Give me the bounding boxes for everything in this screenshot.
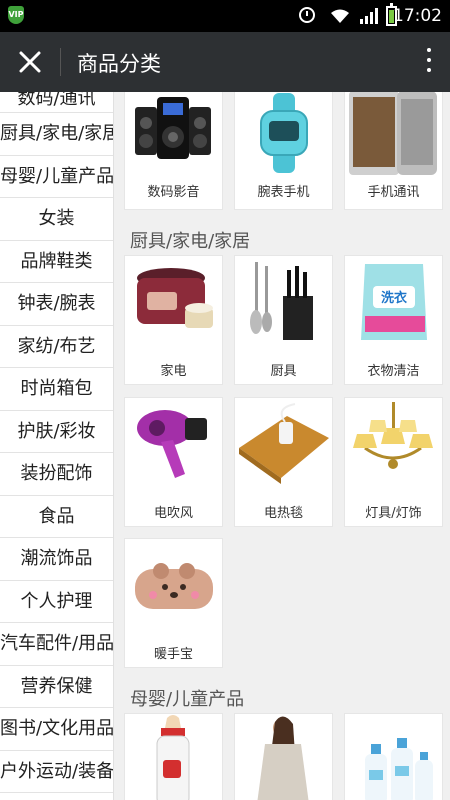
header-divider bbox=[60, 48, 61, 76]
sidebar-item-outdoor[interactable]: 户外运动/装备 bbox=[0, 751, 113, 793]
category-label: 衣物清洁 bbox=[367, 364, 420, 379]
category-content: 数码影音 腕表手机 手机通讯 厨具/家电/家居 家电 厨具 洗衣 衣物清洁 电吹… bbox=[113, 92, 450, 800]
sidebar-item-food[interactable]: 食品 bbox=[0, 496, 113, 538]
category-card[interactable]: 电吹风 bbox=[125, 398, 222, 526]
watch-phone-icon bbox=[260, 93, 308, 173]
sidebar-item-womens[interactable]: 女装 bbox=[0, 198, 113, 241]
sidebar-item-bags[interactable]: 时尚箱包 bbox=[0, 368, 113, 411]
sidebar-item-digital[interactable]: 数码/通讯 bbox=[0, 92, 113, 113]
category-label: 厨具 bbox=[270, 364, 297, 379]
detergent-brand: 洗衣 bbox=[381, 290, 407, 306]
sidebar-item-textiles[interactable]: 家纺/布艺 bbox=[0, 326, 113, 368]
category-card[interactable]: 电热毯 bbox=[235, 398, 332, 526]
category-sidebar: 数码/通讯 厨具/家电/家居 母婴/儿童产品 女装 品牌鞋类 钟表/腕表 家纺/… bbox=[0, 92, 114, 800]
wifi-icon bbox=[331, 9, 349, 23]
category-label: 暖手宝 bbox=[153, 647, 193, 662]
sidebar-item-shoes[interactable]: 品牌鞋类 bbox=[0, 241, 113, 283]
rice-cooker-icon bbox=[137, 268, 213, 328]
chandelier-icon bbox=[353, 402, 433, 469]
sidebar-item-personal-care[interactable]: 个人护理 bbox=[0, 581, 113, 623]
hand-warmer-icon bbox=[135, 563, 213, 609]
category-label: 电热毯 bbox=[263, 506, 303, 521]
status-time: 17:02 bbox=[393, 6, 442, 26]
electric-blanket-icon bbox=[239, 403, 329, 484]
category-card[interactable]: 灯具/灯饰 bbox=[345, 398, 442, 526]
sidebar-item-home[interactable]: 厨具/家电/家居 bbox=[0, 113, 113, 156]
app-header: 商品分类 bbox=[0, 32, 450, 92]
sidebar-item-accessories[interactable]: 装扮配饰 bbox=[0, 453, 113, 496]
section-title: 母婴/儿童产品 bbox=[130, 689, 245, 710]
speaker-icon bbox=[135, 97, 211, 159]
category-card[interactable]: 数码影音 bbox=[125, 92, 222, 209]
sidebar-item-health[interactable]: 营养保健 bbox=[0, 666, 113, 708]
smartphone-icon bbox=[349, 92, 437, 175]
hair-dryer-icon bbox=[137, 410, 207, 478]
sidebar-item-baby[interactable]: 母婴/儿童产品 bbox=[0, 156, 113, 198]
category-card[interactable]: 暖手宝 bbox=[125, 539, 222, 667]
detergent-icon: 洗衣 bbox=[361, 264, 427, 340]
category-card[interactable] bbox=[235, 714, 332, 800]
more-vert-icon[interactable] bbox=[426, 48, 432, 76]
knife-set-icon bbox=[250, 262, 313, 340]
category-label: 电吹风 bbox=[153, 506, 193, 521]
sidebar-item-jewelry[interactable]: 潮流饰品 bbox=[0, 538, 113, 581]
close-icon[interactable] bbox=[14, 46, 46, 78]
alarm-clock-icon bbox=[299, 7, 315, 23]
section-title: 厨具/家电/家居 bbox=[130, 231, 251, 252]
sidebar-item-watches[interactable]: 钟表/腕表 bbox=[0, 283, 113, 326]
maternity-coat-icon bbox=[257, 716, 309, 800]
sidebar-item-auto[interactable]: 汽车配件/用品 bbox=[0, 623, 113, 666]
category-label: 腕表手机 bbox=[257, 185, 310, 200]
category-label: 数码影音 bbox=[147, 185, 200, 200]
page-title: 商品分类 bbox=[77, 52, 161, 76]
baby-bottle-icon bbox=[156, 715, 190, 800]
category-card[interactable]: 厨具 bbox=[235, 256, 332, 384]
status-bar: VIP 17:02 bbox=[0, 0, 450, 32]
baby-wash-icon bbox=[365, 738, 433, 800]
category-card[interactable]: 家电 bbox=[125, 256, 222, 384]
category-card[interactable]: 手机通讯 bbox=[345, 92, 442, 209]
category-label: 家电 bbox=[160, 364, 187, 379]
sidebar-item-books[interactable]: 图书/文化用品 bbox=[0, 708, 113, 751]
category-card[interactable] bbox=[125, 714, 222, 800]
category-label: 灯具/灯饰 bbox=[365, 506, 422, 521]
category-label: 手机通讯 bbox=[367, 185, 420, 200]
vip-badge-icon: VIP bbox=[8, 6, 24, 24]
category-card[interactable]: 洗衣 衣物清洁 bbox=[345, 256, 442, 384]
sidebar-item-cosmetics[interactable]: 护肤/彩妆 bbox=[0, 411, 113, 453]
category-card[interactable] bbox=[345, 714, 442, 800]
signal-icon bbox=[360, 8, 378, 24]
category-card[interactable]: 腕表手机 bbox=[235, 92, 332, 209]
